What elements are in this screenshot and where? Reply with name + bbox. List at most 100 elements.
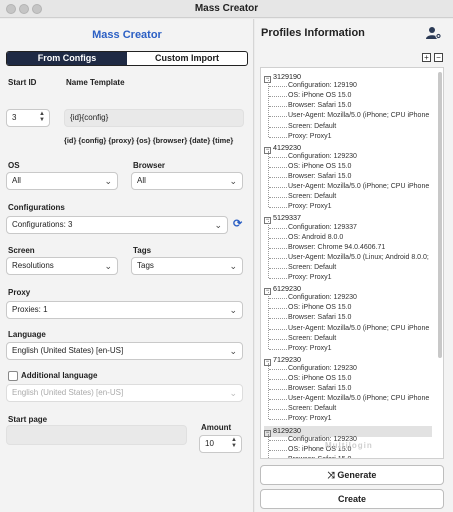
- profiles-tree[interactable]: −3129190 Configuration: 129190 OS: iPhone …: [260, 67, 444, 459]
- os-select[interactable]: All ⌄: [6, 172, 118, 190]
- profile-detail-screen: Screen: Default: [288, 122, 337, 130]
- profile-detail-browser: Browser: Chrome 94.0.4606.71: [288, 243, 386, 251]
- profile-detail-ua: User-Agent: Mozilla/5.0 (iPhone; CPU iPh…: [288, 395, 430, 403]
- refresh-icon[interactable]: ⟳: [233, 217, 242, 230]
- profile-detail-os: OS: Android 8.0.0: [288, 233, 344, 241]
- screen-select[interactable]: Resolutions ⌄: [6, 257, 118, 275]
- tags-select[interactable]: Tags ⌄: [131, 257, 243, 275]
- app-title: Mass Creator: [92, 29, 162, 41]
- profile-detail-browser: Browser: Safari 15.0: [288, 456, 351, 458]
- additional-language-checkbox[interactable]: [8, 371, 18, 381]
- start-id-label: Start ID: [8, 78, 37, 87]
- tree-connector: [269, 409, 287, 411]
- name-template-input[interactable]: {id}{config}: [64, 109, 244, 127]
- tree-connector: [269, 227, 287, 229]
- expand-all-button[interactable]: +: [422, 53, 431, 62]
- tree-connector: [268, 150, 269, 208]
- tree-connector: [269, 308, 287, 310]
- tree-connector: [269, 106, 287, 108]
- proxy-select[interactable]: Proxies: 1 ⌄: [6, 301, 243, 319]
- tree-connector: [269, 257, 287, 259]
- language-label: Language: [8, 330, 46, 339]
- configurations-value: Configurations: 3: [12, 220, 73, 229]
- amount-stepper[interactable]: 10 ▲ ▼: [199, 435, 242, 453]
- collapse-all-button[interactable]: −: [434, 53, 443, 62]
- configurations-label: Configurations: [8, 203, 65, 212]
- tree-connector: [269, 298, 287, 300]
- profile-id: 6129230: [273, 284, 301, 294]
- tree-connector: [269, 247, 287, 249]
- chevron-down-icon: ⌄: [229, 388, 237, 398]
- tree-connector: [269, 368, 287, 370]
- create-button[interactable]: Create: [260, 489, 444, 509]
- start-id-stepper[interactable]: 3 ▲ ▼: [6, 109, 50, 127]
- tree-connector: [268, 362, 269, 420]
- start-page-label: Start page: [8, 415, 48, 424]
- profile-detail-os: OS: iPhone OS 15.0: [288, 375, 352, 382]
- tree-connector: [269, 166, 287, 168]
- browser-value: All: [137, 176, 146, 185]
- tab-custom-import[interactable]: Custom Import: [127, 52, 247, 65]
- tree-connector: [269, 278, 287, 279]
- language-value: English (United States) [en-US]: [12, 346, 124, 355]
- profile-id: 5129337: [273, 213, 301, 223]
- profile-detail-browser: Browser: Safari 15.0: [288, 314, 352, 322]
- tree-connector: [269, 156, 287, 158]
- template-tokens: {id} {config} {proxy} {os} {browser} {da…: [64, 136, 234, 145]
- chevron-down-icon: ⌄: [104, 176, 112, 186]
- profile-detail-screen: Screen: Default: [288, 193, 337, 201]
- tree-connector: [269, 338, 287, 340]
- additional-language-label: Additional language: [21, 371, 98, 380]
- generate-label: Generate: [337, 470, 377, 480]
- profile-detail-browser: Browser: Safari 15.0: [288, 173, 352, 180]
- mass-creator-panel: Mass Creator From Configs Custom Import …: [0, 19, 254, 512]
- start-page-input[interactable]: [6, 425, 187, 445]
- profiles-title: Profiles Information: [261, 27, 365, 39]
- profile-detail-os: OS: iPhone OS 15.0: [288, 92, 352, 100]
- tree-connector: [269, 237, 287, 239]
- browser-select[interactable]: All ⌄: [131, 172, 243, 190]
- profile-detail-browser: Browser: Safari 15.0: [288, 102, 352, 110]
- configurations-select[interactable]: Configurations: 3 ⌄: [6, 216, 228, 234]
- start-id-value: 3: [12, 113, 17, 122]
- tree-connector: [269, 267, 287, 269]
- stepper-arrows-icon[interactable]: ▲ ▼: [231, 437, 237, 449]
- user-settings-icon[interactable]: [426, 26, 442, 40]
- title-bar: Mass Creator: [0, 0, 453, 18]
- shuffle-icon: ⤨: [327, 470, 338, 480]
- tree-connector: [269, 187, 287, 189]
- name-template-label: Name Template: [66, 78, 125, 87]
- profile-detail-os: OS: iPhone OS 15.0: [288, 162, 352, 170]
- browser-label: Browser: [133, 161, 166, 170]
- tree-scrollbar[interactable]: [438, 72, 442, 358]
- language-select[interactable]: English (United States) [en-US] ⌄: [6, 342, 243, 360]
- profile-detail-config: Configuration: 129230: [288, 152, 357, 160]
- amount-value: 10: [205, 439, 214, 448]
- tab-from-configs[interactable]: From Configs: [7, 52, 127, 65]
- chevron-down-icon: ⌄: [229, 346, 237, 356]
- tree-connector: [269, 318, 287, 320]
- tree-connector: [269, 399, 287, 401]
- profiles-panel: Profiles Information + − −3129190 Configu…: [255, 19, 453, 512]
- profile-detail-proxy: Proxy: Proxy1: [288, 415, 332, 423]
- profile-detail-proxy: Proxy: Proxy1: [288, 344, 332, 352]
- stepper-arrows-icon[interactable]: ▲ ▼: [39, 111, 45, 123]
- profile-detail-screen: Screen: Default: [288, 405, 337, 413]
- profile-detail-screen: Screen: Default: [288, 334, 337, 342]
- tree-connector: [269, 439, 287, 441]
- generate-button[interactable]: ⤨ Generate: [260, 465, 444, 485]
- tree-connector: [269, 86, 287, 88]
- profile-detail-proxy: Proxy: Proxy1: [288, 132, 332, 140]
- tree-connector: [269, 348, 287, 350]
- profile-detail-proxy: Proxy: Proxy1: [288, 203, 332, 211]
- window-title: Mass Creator: [194, 3, 259, 14]
- tags-value: Tags: [137, 261, 154, 270]
- screen-label: Screen: [8, 246, 35, 255]
- tree-connector: [269, 328, 287, 330]
- profile-detail-os: OS: iPhone OS 15.0: [288, 304, 352, 312]
- profile-detail-ua: User-Agent: Mozilla/5.0 (iPhone; CPU iPh…: [288, 324, 430, 332]
- amount-label: Amount: [201, 423, 232, 432]
- tree-connector: [269, 449, 287, 451]
- profile-detail-ua: User-Agent: Mozilla/5.0 (Linux; Android …: [288, 253, 429, 261]
- chevron-down-icon: ⌄: [229, 261, 237, 271]
